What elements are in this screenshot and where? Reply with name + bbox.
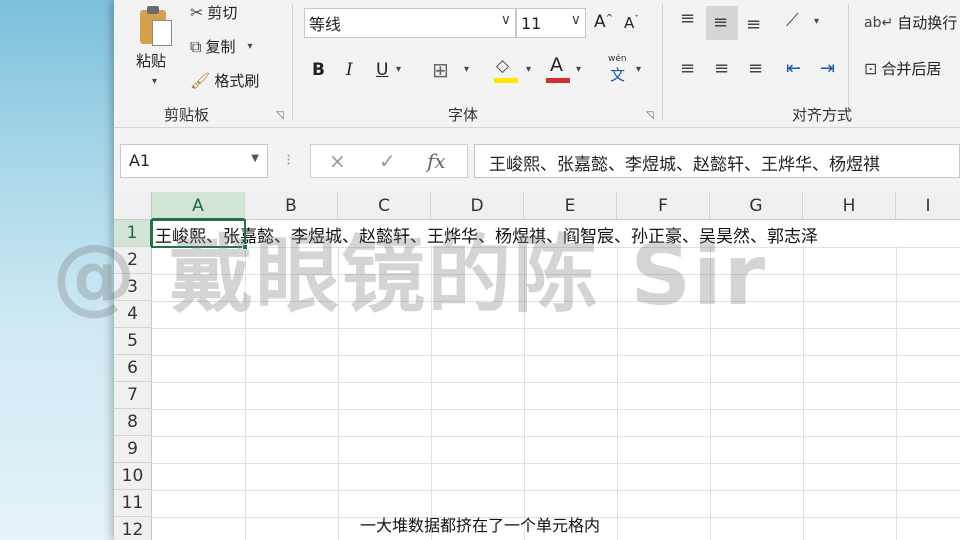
font-size-value: 11 (521, 13, 542, 33)
cut-button[interactable]: ✂ 剪切 (190, 2, 237, 23)
alignment-group-label: 对齐方式 (792, 106, 853, 124)
clipboard-group-label: 剪贴板 (164, 106, 210, 124)
copy-icon: ⧉ (190, 36, 202, 56)
fill-color-button[interactable]: ◇ (494, 56, 518, 84)
font-color-letter: A (550, 54, 563, 76)
ribbon-separator (292, 4, 293, 120)
wrap-text-icon: ab↵ (864, 14, 894, 31)
copy-button[interactable]: ⧉ 复制 ▾ (190, 36, 252, 57)
font-size-combo[interactable]: 11 ∨ (516, 8, 586, 38)
font-color-button[interactable]: A (546, 54, 570, 84)
gridline (152, 490, 960, 491)
bold-button[interactable]: B (312, 60, 325, 80)
row-header-5[interactable]: 5 (114, 328, 152, 355)
underline-button[interactable]: U (376, 60, 388, 80)
align-middle-button[interactable]: ≡ (706, 6, 738, 40)
font-name-value: 等线 (309, 15, 342, 34)
gridline (152, 355, 960, 356)
decrease-font-icon[interactable]: Aˇ (624, 14, 639, 32)
format-painter-label: 格式刷 (214, 72, 260, 90)
row-header-6[interactable]: 6 (114, 355, 152, 382)
formula-bar-icons: × ✓ fx (310, 144, 468, 178)
font-group-label: 字体 (448, 106, 479, 124)
video-subtitle: 一大堆数据都挤在了一个单元格内 (359, 516, 600, 535)
gridline (803, 220, 804, 540)
column-header-i[interactable]: I (896, 192, 960, 220)
ribbon-separator (848, 4, 849, 120)
paint-bucket-icon: ◇ (496, 56, 510, 76)
borders-icon[interactable]: ⊞ (432, 58, 449, 82)
chevron-down-icon[interactable]: ∨ (571, 12, 581, 28)
cancel-icon[interactable]: × (329, 149, 346, 173)
align-left-icon[interactable]: ≡ (680, 58, 695, 79)
paste-dropdown-icon[interactable]: ▾ (152, 76, 157, 87)
format-painter-button[interactable]: 🖌 格式刷 (190, 70, 259, 91)
clipboard-launcher-icon[interactable]: ◹ (276, 110, 284, 121)
name-box[interactable]: A1 ▼ (120, 144, 268, 178)
gridline (152, 409, 960, 410)
align-top-icon[interactable]: ≡ (680, 8, 695, 29)
paste-label: 粘贴 (136, 52, 167, 70)
underline-dropdown-icon[interactable]: ▾ (396, 64, 401, 75)
row-header-7[interactable]: 7 (114, 382, 152, 409)
gridline (152, 436, 960, 437)
formula-bar: A1 ▼ ⁝ × ✓ fx 王峻熙、张嘉懿、李煜城、赵懿轩、王烨华、杨煜祺 (114, 128, 960, 192)
ribbon-separator (662, 4, 663, 120)
insert-function-icon[interactable]: fx (427, 149, 446, 173)
cut-label: 剪切 (207, 4, 238, 22)
align-center-icon[interactable]: ≡ (714, 58, 729, 79)
orientation-dropdown-icon[interactable]: ▾ (814, 16, 819, 27)
gridline (152, 463, 960, 464)
formula-input[interactable]: 王峻熙、张嘉懿、李煜城、赵懿轩、王烨华、杨煜祺 (474, 144, 960, 178)
ribbon: 粘贴 ▾ ✂ 剪切 ⧉ 复制 ▾ 🖌 格式刷 剪贴板 ◹ 等线 ∨ 11 ∨ A… (114, 0, 960, 128)
font-color-swatch (546, 78, 570, 83)
font-name-combo[interactable]: 等线 ∨ (304, 8, 516, 38)
align-middle-icon: ≡ (713, 12, 729, 33)
font-color-dropdown-icon[interactable]: ▾ (576, 64, 581, 75)
wrap-text-label: 自动换行 (897, 14, 958, 32)
font-launcher-icon[interactable]: ◹ (646, 110, 654, 121)
row-header-10[interactable]: 10 (114, 463, 152, 490)
column-header-h[interactable]: H (803, 192, 896, 220)
row-header-9[interactable]: 9 (114, 436, 152, 463)
gridline (896, 220, 897, 540)
paste-icon[interactable] (138, 6, 172, 46)
format-painter-icon: 🖌 (190, 71, 211, 90)
paste-button[interactable]: 粘贴 (136, 50, 166, 71)
phonetic-top: wén (608, 54, 627, 64)
borders-dropdown-icon[interactable]: ▾ (464, 64, 469, 75)
merge-icon: ⊡ (864, 59, 878, 78)
decrease-indent-icon[interactable]: ⇤ (786, 58, 801, 79)
merge-label: 合并后居 (881, 60, 942, 78)
gridline (152, 382, 960, 383)
wrap-text-button[interactable]: ab↵ 自动换行 (864, 12, 957, 33)
phonetic-dropdown-icon[interactable]: ▾ (636, 64, 641, 75)
chevron-down-icon[interactable]: ▼ (251, 153, 259, 164)
copy-label: 复制 (205, 38, 236, 56)
increase-font-icon[interactable]: A^ (594, 12, 613, 32)
watermark: @ 戴眼镜的陈 Sir (52, 226, 768, 324)
scissors-icon: ✂ (190, 3, 204, 22)
phonetic-char: 文 (610, 66, 626, 84)
merge-center-button[interactable]: ⊡ 合并后居 (864, 58, 941, 79)
italic-button[interactable]: I (346, 60, 353, 80)
increase-indent-icon[interactable]: ⇥ (820, 58, 835, 79)
orientation-icon[interactable]: ⟋ (786, 10, 799, 31)
row-header-8[interactable]: 8 (114, 409, 152, 436)
phonetic-button[interactable]: wén 文 (606, 54, 632, 84)
copy-dropdown-icon[interactable]: ▾ (247, 41, 252, 52)
fill-dropdown-icon[interactable]: ▾ (526, 64, 531, 75)
align-bottom-icon[interactable]: ≡ (746, 14, 761, 35)
enter-icon[interactable]: ✓ (379, 149, 396, 173)
name-box-value: A1 (129, 151, 151, 170)
chevron-down-icon[interactable]: ∨ (501, 12, 511, 28)
drag-handle-icon[interactable]: ⁝ (286, 150, 291, 169)
align-right-icon[interactable]: ≡ (748, 58, 763, 79)
fill-color-swatch (494, 78, 518, 83)
